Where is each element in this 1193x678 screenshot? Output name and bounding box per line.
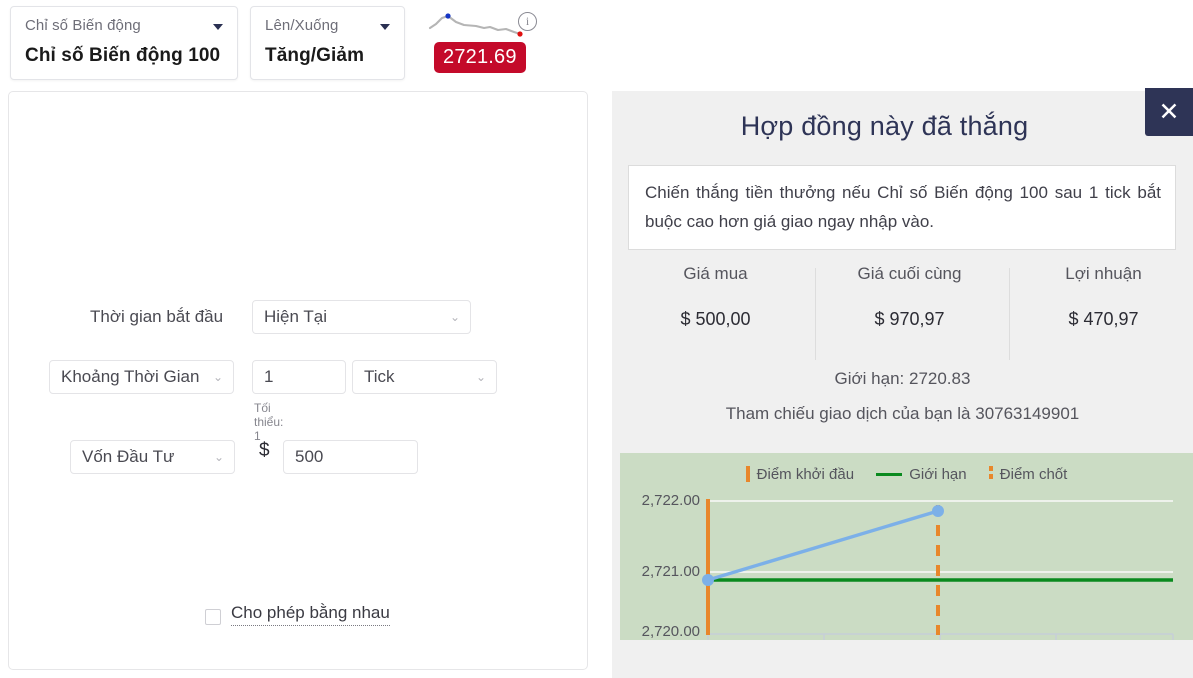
info-icon[interactable]: i xyxy=(518,12,537,31)
transaction-reference-text: Tham chiếu giao dịch của bạn là 30763149… xyxy=(725,404,1080,423)
duration-min-hint: Tối thiểu: 1 xyxy=(254,401,284,443)
chevron-down-icon xyxy=(380,24,390,30)
close-icon[interactable]: ✕ xyxy=(1145,88,1193,136)
barrier-text: Giới hạn: 2720.83 xyxy=(834,369,971,388)
market-selector-sublabel: Chỉ số Biến động xyxy=(25,17,141,34)
allow-equals-checkbox[interactable] xyxy=(205,609,221,625)
trade-type-selector[interactable]: Lên/Xuống Tăng/Giảm xyxy=(250,6,405,80)
allow-equals-label: Cho phép bằng nhau xyxy=(231,603,390,626)
duration-amount-value: 1 xyxy=(264,367,274,386)
trade-type-value: Tăng/Giảm xyxy=(265,45,365,66)
start-time-value: Hiện Tại xyxy=(264,307,327,326)
dialog-title: Hợp đồng này đã thắng xyxy=(740,111,1029,141)
chevron-down-small-icon: ⌄ xyxy=(213,450,224,464)
currency-symbol: $ xyxy=(259,440,270,461)
stat-value: $ 970,97 xyxy=(874,309,945,329)
chevron-down-small-icon: ⌄ xyxy=(212,370,223,384)
top-toolbar: Chỉ số Biến động Chỉ số Biến động 100 Lê… xyxy=(0,0,1193,88)
market-selector-value: Chỉ số Biến động 100 xyxy=(25,45,221,66)
duration-amount-input[interactable]: 1 xyxy=(252,360,346,394)
current-price-badge: 2721.69 xyxy=(434,42,526,73)
contract-stats: Giá mua $ 500,00 Giá cuối cùng $ 970,97 … xyxy=(622,264,1183,360)
chevron-down-icon xyxy=(213,24,223,30)
stat-value: $ 470,97 xyxy=(1068,309,1139,329)
contract-chart: Điểm khởi đầu Giới hạn Điểm chốt 2,722.0… xyxy=(620,453,1193,640)
chevron-down-small-icon: ⌄ xyxy=(449,310,460,324)
market-selector[interactable]: Chỉ số Biến động Chỉ số Biến động 100 xyxy=(10,6,238,80)
contract-description: Chiến thắng tiền thưởng nếu Chỉ số Biến … xyxy=(628,165,1176,250)
stake-mode-select[interactable]: Vốn Đầu Tư ⌄ xyxy=(70,440,235,474)
stake-amount-value: 500 xyxy=(295,447,324,466)
trade-parameters-panel: Thời gian bắt đầu Hiện Tại ⌄ Khoảng Thời… xyxy=(8,91,588,670)
duration-unit-value: Tick xyxy=(364,367,395,386)
trade-type-sublabel: Lên/Xuống xyxy=(265,17,339,34)
start-time-label: Thời gian bắt đầu xyxy=(90,307,224,326)
duration-unit-select[interactable]: Tick ⌄ xyxy=(352,360,497,394)
stat-header: Lợi nhuận xyxy=(1065,264,1142,283)
duration-mode-select[interactable]: Khoảng Thời Gian ⌄ xyxy=(49,360,234,394)
sparkline-icon xyxy=(428,6,528,42)
contract-result-dialog: Hợp đồng này đã thắng ✕ Chiến thắng tiền… xyxy=(612,88,1193,678)
stake-mode-value: Vốn Đầu Tư xyxy=(82,447,175,466)
chart-plot-area xyxy=(702,499,1174,640)
stat-value: $ 500,00 xyxy=(680,309,751,329)
duration-mode-value: Khoảng Thời Gian xyxy=(61,367,200,386)
chevron-down-small-icon: ⌄ xyxy=(475,370,486,384)
stat-header: Giá cuối cùng xyxy=(857,264,962,283)
start-time-select[interactable]: Hiện Tại ⌄ xyxy=(252,300,471,334)
stat-header: Giá mua xyxy=(683,264,748,283)
stake-amount-input[interactable]: 500 xyxy=(283,440,418,474)
